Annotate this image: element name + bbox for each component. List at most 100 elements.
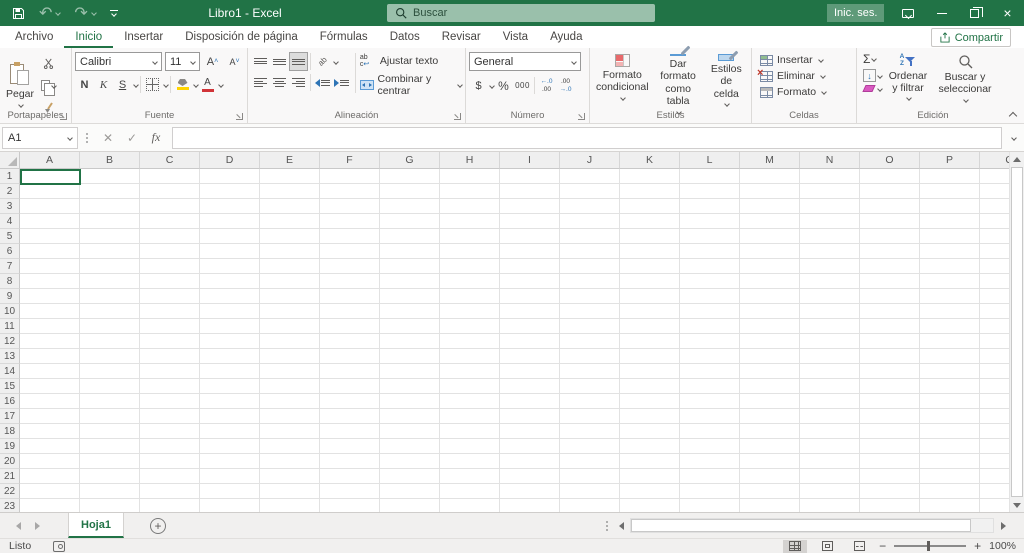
- format-cells-button[interactable]: Formato: [760, 86, 853, 98]
- borders-dropdown-icon[interactable]: [163, 81, 169, 88]
- enter-button[interactable]: ✓: [120, 127, 144, 149]
- row-header-8[interactable]: 8: [0, 274, 20, 289]
- zoom-slider[interactable]: [894, 541, 967, 551]
- close-button[interactable]: ×: [991, 0, 1024, 26]
- column-header-I[interactable]: I: [500, 152, 560, 169]
- row-header-23[interactable]: 23: [0, 499, 20, 512]
- name-box-dropdown-icon[interactable]: [67, 134, 73, 141]
- row-header-22[interactable]: 22: [0, 484, 20, 499]
- vertical-scrollbar-thumb[interactable]: [1011, 167, 1023, 497]
- grow-font-button[interactable]: A ˄: [203, 52, 222, 71]
- comma-style-button[interactable]: 000: [513, 76, 532, 95]
- normal-view-button[interactable]: [783, 539, 808, 553]
- column-header-J[interactable]: J: [560, 152, 620, 169]
- sheet-nav-right-icon[interactable]: [35, 521, 40, 530]
- number-format-combobox[interactable]: General: [469, 52, 581, 71]
- fill-button[interactable]: ↓: [863, 69, 883, 82]
- column-header-K[interactable]: K: [620, 152, 680, 169]
- save-button[interactable]: [12, 7, 25, 20]
- row-header-9[interactable]: 9: [0, 289, 20, 304]
- customize-qat-button[interactable]: [109, 10, 118, 17]
- new-sheet-button[interactable]: +: [149, 517, 166, 534]
- align-top-button[interactable]: [251, 52, 270, 71]
- tab-revisar[interactable]: Revisar: [431, 26, 492, 48]
- page-layout-view-button[interactable]: [815, 540, 839, 553]
- horizontal-scrollbar[interactable]: [606, 517, 1010, 534]
- column-header-B[interactable]: B: [80, 152, 140, 169]
- column-header-G[interactable]: G: [380, 152, 440, 169]
- align-bottom-button[interactable]: [289, 52, 308, 71]
- underline-button[interactable]: S: [113, 75, 132, 94]
- redo-button[interactable]: ↷: [74, 3, 97, 23]
- tab-vista[interactable]: Vista: [492, 26, 539, 48]
- align-center-button[interactable]: [270, 73, 289, 92]
- ribbon-display-options-button[interactable]: [891, 0, 924, 26]
- row-header-5[interactable]: 5: [0, 229, 20, 244]
- search-box[interactable]: [387, 4, 655, 22]
- decrease-decimal-button[interactable]: .00 →.0: [556, 76, 575, 95]
- column-header-A[interactable]: A: [20, 152, 80, 169]
- column-header-H[interactable]: H: [440, 152, 500, 169]
- horizontal-scrollbar-track[interactable]: [630, 518, 994, 533]
- scroll-up-button[interactable]: [1010, 152, 1024, 166]
- tab-ayuda[interactable]: Ayuda: [539, 26, 593, 48]
- orientation-button[interactable]: ab: [313, 52, 332, 71]
- row-header-7[interactable]: 7: [0, 259, 20, 274]
- cut-button[interactable]: [39, 54, 58, 73]
- conditional-formatting-button[interactable]: Formato condicional: [593, 52, 652, 108]
- clear-button[interactable]: [862, 85, 883, 92]
- scroll-right-button[interactable]: [996, 519, 1010, 533]
- tab-archivo[interactable]: Archivo: [4, 26, 64, 48]
- borders-button[interactable]: [143, 75, 162, 94]
- delete-cells-button[interactable]: Eliminar: [757, 67, 853, 82]
- column-header-O[interactable]: O: [860, 152, 920, 169]
- column-header-M[interactable]: M: [740, 152, 800, 169]
- find-select-button[interactable]: Buscar y seleccionar: [934, 52, 996, 104]
- align-right-button[interactable]: [289, 73, 308, 92]
- row-header-13[interactable]: 13: [0, 349, 20, 364]
- horizontal-scrollbar-thumb[interactable]: [631, 519, 971, 532]
- font-color-dropdown-icon[interactable]: [218, 81, 224, 88]
- selected-cell-A1[interactable]: [20, 169, 81, 185]
- font-color-button[interactable]: A: [198, 75, 217, 94]
- font-dialog-launcher[interactable]: [236, 113, 243, 120]
- tab-splitter[interactable]: [606, 524, 608, 527]
- row-header-21[interactable]: 21: [0, 469, 20, 484]
- row-header-17[interactable]: 17: [0, 409, 20, 424]
- tab-insertar[interactable]: Insertar: [113, 26, 174, 48]
- row-header-15[interactable]: 15: [0, 379, 20, 394]
- tab-formulas[interactable]: Fórmulas: [309, 26, 379, 48]
- row-header-6[interactable]: 6: [0, 244, 20, 259]
- underline-dropdown-icon[interactable]: [133, 81, 139, 88]
- column-header-C[interactable]: C: [140, 152, 200, 169]
- number-dialog-launcher[interactable]: [578, 113, 585, 120]
- row-header-18[interactable]: 18: [0, 424, 20, 439]
- increase-indent-button[interactable]: [332, 73, 351, 92]
- scroll-left-button[interactable]: [614, 519, 628, 533]
- insert-function-button[interactable]: fx: [144, 127, 168, 149]
- row-header-20[interactable]: 20: [0, 454, 20, 469]
- fill-color-button[interactable]: [173, 75, 192, 94]
- zoom-in-button[interactable]: +: [974, 539, 981, 553]
- row-header-12[interactable]: 12: [0, 334, 20, 349]
- paste-button[interactable]: Pegar: [3, 60, 37, 108]
- font-size-combobox[interactable]: 11: [164, 52, 200, 71]
- bold-button[interactable]: N: [75, 75, 94, 94]
- formula-bar-splitter[interactable]: [86, 136, 88, 139]
- alignment-dialog-launcher[interactable]: [454, 113, 461, 120]
- increase-decimal-button[interactable]: ←.0.00: [537, 76, 556, 95]
- autosum-button[interactable]: Σ: [863, 52, 882, 66]
- minimize-button[interactable]: [925, 0, 958, 26]
- cancel-button[interactable]: ✕: [96, 127, 120, 149]
- column-header-Q[interactable]: Q: [980, 152, 1009, 169]
- insert-cells-button[interactable]: Insertar: [760, 54, 853, 66]
- row-header-2[interactable]: 2: [0, 184, 20, 199]
- redo-dropdown-icon[interactable]: [90, 10, 97, 16]
- vertical-scrollbar[interactable]: [1009, 152, 1024, 512]
- clipboard-dialog-launcher[interactable]: [60, 113, 67, 120]
- collapse-ribbon-icon[interactable]: [1008, 111, 1018, 121]
- column-header-L[interactable]: L: [680, 152, 740, 169]
- row-header-11[interactable]: 11: [0, 319, 20, 334]
- name-box[interactable]: A1: [2, 126, 78, 149]
- restore-button[interactable]: [958, 0, 991, 26]
